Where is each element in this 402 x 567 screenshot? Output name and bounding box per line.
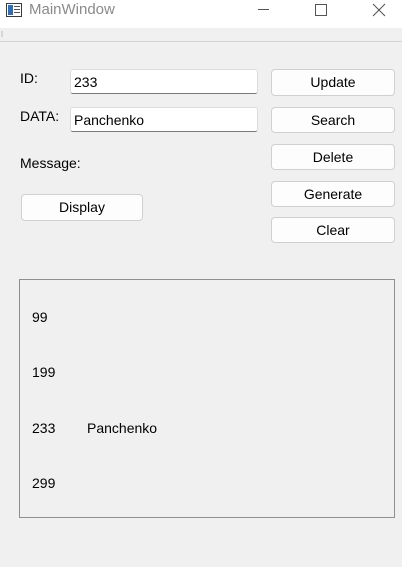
generate-button[interactable]: Generate: [271, 181, 395, 207]
message-label: Message:: [20, 155, 81, 171]
update-button[interactable]: Update: [271, 69, 395, 96]
display-button[interactable]: Display: [21, 194, 143, 221]
app-window-icon: [6, 3, 22, 17]
close-button[interactable]: [356, 0, 402, 20]
title-bar: MainWindow: [0, 0, 402, 28]
minimize-icon: [257, 8, 269, 10]
records-list[interactable]: 99 199 233 Panchenko 299: [19, 279, 395, 518]
clear-button[interactable]: Clear: [271, 217, 395, 243]
list-item-id: 233: [32, 420, 56, 436]
maximize-button[interactable]: [298, 0, 344, 20]
data-label: DATA:: [20, 108, 60, 124]
list-item-data: Panchenko: [87, 420, 158, 436]
data-field[interactable]: [70, 107, 258, 132]
minimize-button[interactable]: [240, 0, 286, 20]
id-label: ID:: [20, 70, 38, 86]
search-button[interactable]: Search: [271, 107, 395, 133]
close-icon: [372, 3, 386, 17]
list-item-id: 299: [32, 475, 56, 491]
list-item-id: 199: [32, 364, 56, 380]
menu-bar: [0, 28, 402, 42]
id-field[interactable]: [70, 69, 258, 94]
maximize-icon: [315, 4, 327, 16]
menu-grip-icon[interactable]: [1, 31, 3, 37]
window-title: MainWindow: [29, 1, 115, 18]
delete-button[interactable]: Delete: [271, 144, 395, 170]
list-item-id: 99: [32, 309, 48, 325]
